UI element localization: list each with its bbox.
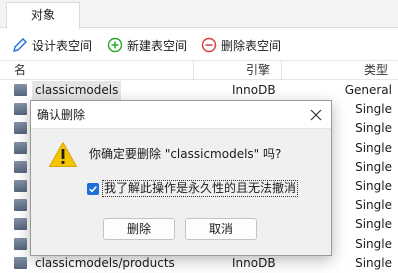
cancel-button[interactable]: 取消 xyxy=(185,218,257,240)
table-icon xyxy=(14,103,27,116)
checkbox-label[interactable]: 我了解此操作是永久性的且无法撤消 xyxy=(101,180,299,197)
row-type: Single xyxy=(355,198,392,213)
minus-circle-icon xyxy=(201,37,217,53)
table-row[interactable]: classicmodels InnoDB General xyxy=(0,81,398,100)
row-type: Single xyxy=(355,121,392,136)
table-icon xyxy=(14,256,27,269)
table-icon xyxy=(14,160,27,173)
table-icon xyxy=(14,122,27,135)
confirm-delete-dialog: 确认删除 你确定要删除 "classicmodels" 吗? 我了解此操作是永久… xyxy=(30,100,332,256)
row-type: Single xyxy=(355,255,392,270)
column-header-name[interactable]: 名 xyxy=(14,61,26,80)
dialog-title: 确认删除 xyxy=(37,108,86,122)
row-engine: InnoDB xyxy=(232,255,276,270)
table-icon xyxy=(14,84,27,96)
pencil-icon xyxy=(13,38,27,52)
table-icon xyxy=(14,218,27,231)
column-header-type[interactable]: 类型 xyxy=(364,61,388,80)
delete-tablespace-button[interactable]: 删除表空间 xyxy=(201,34,281,56)
row-type: General xyxy=(344,83,392,97)
table-icon xyxy=(14,141,27,154)
delete-tablespace-label: 删除表空间 xyxy=(221,38,282,53)
permanent-ack-checkbox[interactable]: 我了解此操作是永久性的且无法撤消 xyxy=(87,180,299,197)
row-type: Single xyxy=(355,178,392,193)
row-type: Single xyxy=(355,140,392,155)
row-type: Single xyxy=(355,159,392,174)
tab-objects[interactable]: 对象 xyxy=(6,2,80,29)
row-engine: InnoDB xyxy=(232,83,276,97)
dialog-message: 你确定要删除 "classicmodels" 吗? xyxy=(89,147,282,161)
new-tablespace-label: 新建表空间 xyxy=(127,38,188,53)
table-icon xyxy=(14,179,27,192)
row-type: Single xyxy=(355,236,392,251)
checkmark-icon xyxy=(89,185,97,192)
table-icon xyxy=(14,199,27,212)
column-divider[interactable] xyxy=(193,61,194,80)
design-tablespace-label: 设计表空间 xyxy=(32,38,93,53)
column-divider[interactable] xyxy=(281,61,282,80)
tab-strip: 对象 xyxy=(0,0,398,29)
design-tablespace-button[interactable]: 设计表空间 xyxy=(12,34,92,56)
table-icon xyxy=(14,237,27,250)
row-type: Single xyxy=(355,217,392,232)
warning-icon xyxy=(49,142,77,167)
table-row[interactable]: classicmodels/products InnoDB Single xyxy=(0,254,398,273)
checkbox-checked[interactable] xyxy=(87,182,99,195)
dialog-titlebar[interactable]: 确认删除 xyxy=(31,101,331,129)
plus-circle-icon xyxy=(107,37,123,53)
grid-header: 名 引擎 类型 xyxy=(0,60,398,80)
row-type: Single xyxy=(355,102,392,117)
close-icon[interactable] xyxy=(305,104,327,126)
new-tablespace-button[interactable]: 新建表空间 xyxy=(107,34,187,56)
column-header-engine[interactable]: 引擎 xyxy=(246,61,270,80)
row-name: classicmodels xyxy=(32,81,122,100)
toolbar: 设计表空间 新建表空间 删除表空间 xyxy=(0,34,398,56)
delete-button[interactable]: 删除 xyxy=(103,218,175,240)
row-name: classicmodels/products xyxy=(35,255,175,270)
